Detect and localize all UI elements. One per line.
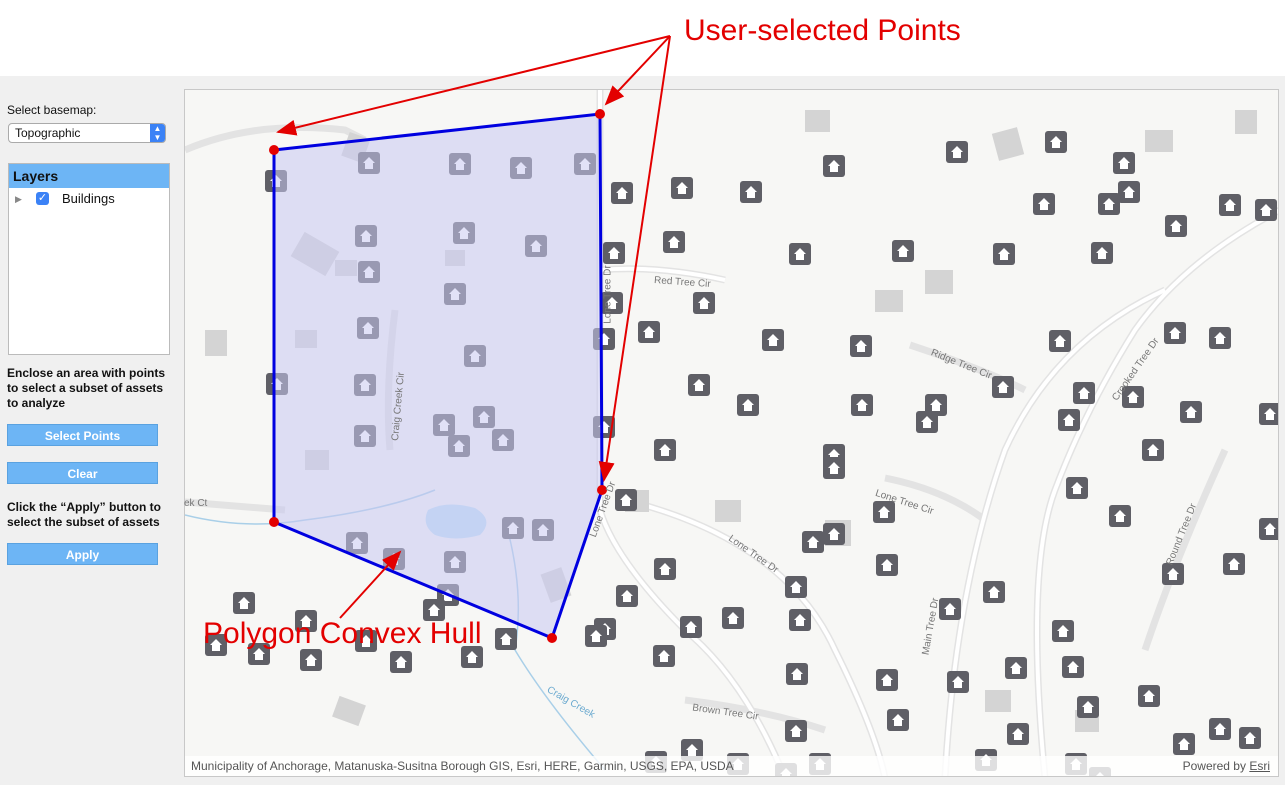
annotation-polygon-convex-hull: Polygon Convex Hull (203, 617, 482, 650)
annotation-overlay (269, 35, 671, 643)
convex-hull-polygon (272, 112, 604, 641)
selected-point (597, 485, 607, 495)
selected-point (269, 145, 279, 155)
selected-point (269, 517, 279, 527)
selected-point (595, 109, 605, 119)
selected-point (547, 633, 557, 643)
